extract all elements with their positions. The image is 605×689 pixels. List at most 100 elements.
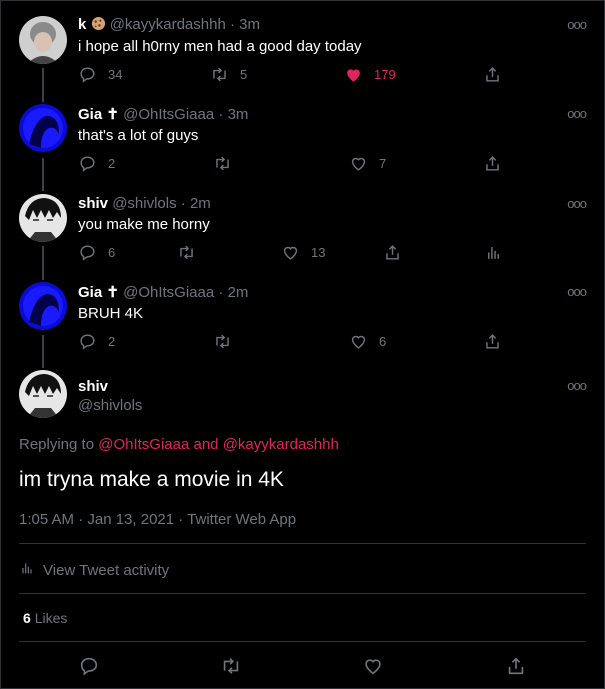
- author-handle[interactable]: @shivlols: [112, 195, 176, 212]
- like-count: 179: [374, 67, 396, 82]
- reply-button[interactable]: 6: [78, 243, 115, 262]
- reply-icon: [78, 655, 100, 677]
- likes-count: 6: [23, 610, 31, 626]
- retweet-button[interactable]: 5: [210, 65, 247, 84]
- replying-to-and: and: [193, 436, 219, 453]
- mention-link[interactable]: @kayykardashhh: [223, 436, 339, 453]
- divider: [19, 543, 586, 544]
- avatar[interactable]: [19, 16, 67, 64]
- replying-to: Replying to @OhItsGiaaa and @kayykardash…: [19, 436, 339, 453]
- dot-separator: ·: [180, 195, 186, 212]
- like-icon: [344, 65, 363, 84]
- retweet-button[interactable]: [213, 154, 232, 173]
- retweet-count: 5: [240, 67, 248, 82]
- mention-link[interactable]: @OhItsGiaaa: [98, 436, 189, 453]
- replying-to-label: Replying to: [19, 436, 95, 453]
- tweet-2[interactable]: Gia ✝ @OhItsGiaaa · 3m ooo that's a lot …: [0, 90, 605, 180]
- share-button[interactable]: [483, 332, 502, 351]
- share-icon: [505, 655, 527, 677]
- analytics-icon: [484, 243, 503, 262]
- dot-separator: ·: [218, 106, 224, 123]
- author-name[interactable]: Gia: [78, 284, 102, 301]
- divider: [19, 641, 586, 642]
- view-tweet-activity-label: View Tweet activity: [43, 561, 170, 579]
- tweet-1[interactable]: k @kayykardashhh · 3m ooo i hope all h0r…: [0, 0, 605, 90]
- tweet-text: BRUH 4K: [78, 305, 144, 322]
- retweet-icon: [177, 243, 196, 262]
- more-icon[interactable]: ooo: [567, 196, 587, 211]
- retweet-icon: [220, 655, 242, 677]
- reply-icon: [78, 154, 97, 173]
- like-button[interactable]: [362, 655, 384, 677]
- retweet-icon: [213, 332, 232, 351]
- reply-icon: [78, 332, 97, 351]
- main-tweet-text: im tryna make a movie in 4K: [19, 468, 284, 491]
- tweet-4[interactable]: Gia ✝ @OhItsGiaaa · 2m ooo BRUH 4K 2 6: [0, 268, 605, 358]
- more-icon[interactable]: ooo: [567, 17, 587, 32]
- more-icon[interactable]: ooo: [567, 106, 587, 121]
- author-name[interactable]: shiv: [78, 378, 108, 395]
- author-handle[interactable]: @OhItsGiaaa: [123, 106, 214, 123]
- share-button[interactable]: [483, 154, 502, 173]
- retweet-icon: [213, 154, 232, 173]
- author-handle[interactable]: @shivlols: [78, 397, 142, 414]
- tweet-time[interactable]: 2m: [190, 195, 211, 212]
- share-icon: [383, 243, 402, 262]
- likes-stat[interactable]: 6 Likes: [23, 610, 67, 626]
- retweet-button[interactable]: [220, 655, 242, 677]
- reply-button[interactable]: 34: [78, 65, 122, 84]
- reply-button[interactable]: 2: [78, 154, 115, 173]
- author-handle[interactable]: @kayykardashhh: [110, 16, 226, 33]
- reply-count: 2: [108, 156, 116, 171]
- view-tweet-activity[interactable]: View Tweet activity: [19, 560, 169, 580]
- reply-icon: [78, 65, 97, 84]
- dot-separator: ·: [229, 16, 235, 33]
- like-icon: [349, 154, 368, 173]
- tweet-text: you make me horny: [78, 216, 210, 233]
- like-count: 6: [379, 334, 387, 349]
- author-name[interactable]: k: [78, 16, 86, 33]
- like-icon: [349, 332, 368, 351]
- main-tweet: shiv @shivlols ooo Replying to @OhItsGia…: [0, 358, 605, 689]
- reply-icon: [78, 243, 97, 262]
- like-button[interactable]: 179: [344, 65, 396, 84]
- avatar[interactable]: [19, 282, 67, 330]
- share-button[interactable]: [505, 655, 527, 677]
- tweet-time[interactable]: 3m: [228, 106, 249, 123]
- analytics-icon: [19, 560, 35, 580]
- tweet-3[interactable]: shiv @shivlols · 2m ooo you make me horn…: [0, 180, 605, 268]
- like-button[interactable]: 7: [349, 154, 386, 173]
- avatar[interactable]: [19, 370, 67, 418]
- tweet-time[interactable]: 3m: [239, 16, 260, 33]
- tweet-timestamp[interactable]: 1:05 AM · Jan 13, 2021 · Twitter Web App: [19, 511, 296, 528]
- share-icon: [483, 154, 502, 173]
- like-button[interactable]: 13: [281, 243, 325, 262]
- author-name[interactable]: shiv: [78, 195, 108, 212]
- analytics-button[interactable]: [484, 243, 503, 262]
- retweet-icon: [210, 65, 229, 84]
- tweet-time[interactable]: 2m: [228, 284, 249, 301]
- more-icon[interactable]: ooo: [567, 378, 587, 393]
- reply-count: 6: [108, 245, 116, 260]
- share-icon: [483, 65, 502, 84]
- more-icon[interactable]: ooo: [567, 284, 587, 299]
- author-handle[interactable]: @OhItsGiaaa: [123, 284, 214, 301]
- author-name[interactable]: Gia: [78, 106, 102, 123]
- avatar[interactable]: [19, 194, 67, 242]
- avatar[interactable]: [19, 104, 67, 152]
- likes-label: Likes: [34, 610, 68, 626]
- share-button[interactable]: [383, 243, 402, 262]
- like-count: 7: [379, 156, 387, 171]
- share-button[interactable]: [483, 65, 502, 84]
- like-icon: [362, 655, 384, 677]
- like-icon: [281, 243, 300, 262]
- retweet-button[interactable]: [177, 243, 196, 262]
- reply-count: 34: [108, 67, 123, 82]
- like-button[interactable]: 6: [349, 332, 386, 351]
- reply-button[interactable]: 2: [78, 332, 115, 351]
- tweet-text: that's a lot of guys: [78, 127, 199, 144]
- retweet-button[interactable]: [213, 332, 232, 351]
- reply-button[interactable]: [78, 655, 100, 677]
- cross-icon: ✝: [106, 284, 119, 301]
- divider: [19, 593, 586, 594]
